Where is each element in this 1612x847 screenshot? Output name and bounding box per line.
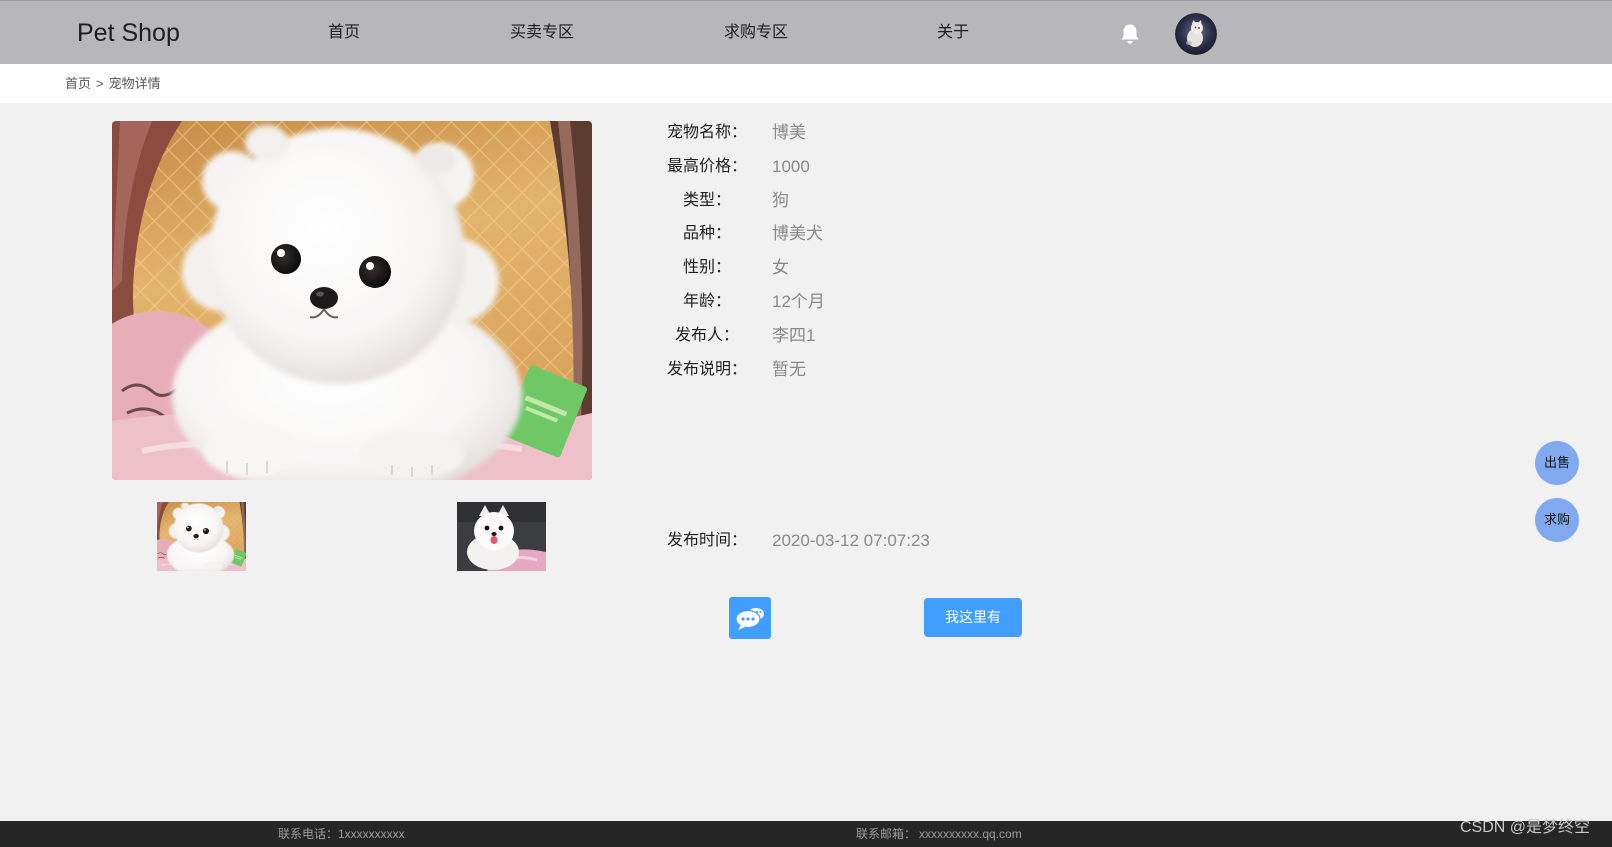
detail-value-gender: 女 xyxy=(772,258,789,277)
nav-item-wanted[interactable]: 求购专区 xyxy=(724,22,788,44)
footer-email-label: 联系邮箱： xyxy=(856,827,917,841)
detail-row-gender: 性别： 女 xyxy=(667,257,1087,279)
detail-row-description: 发布说明： 暂无 xyxy=(667,359,1087,381)
detail-label-breed: 品种： xyxy=(682,225,731,242)
detail-row-breed: 品种： 博美犬 xyxy=(667,223,1087,245)
detail-label-max-price: 最高价格： xyxy=(667,158,748,175)
nav-item-about[interactable]: 关于 xyxy=(937,22,969,44)
detail-row-pet-name: 宠物名称： 博美 xyxy=(667,122,1087,144)
top-nav-bar: Pet Shop 首页 买卖专区 求购专区 关于 xyxy=(0,0,1612,64)
nav-item-trade[interactable]: 买卖专区 xyxy=(510,22,574,44)
i-have-one-button[interactable]: 我这里有 xyxy=(924,598,1022,637)
breadcrumb-separator: > xyxy=(96,76,104,91)
detail-label-type: 类型： xyxy=(682,192,731,209)
detail-row-type: 类型： 狗 xyxy=(667,190,1087,212)
detail-label-description: 发布说明： xyxy=(667,361,748,378)
brand-logo[interactable]: Pet Shop xyxy=(77,16,180,50)
detail-row-publish-time: 发布时间： 2020-03-12 07:07:23 xyxy=(667,530,1087,552)
detail-value-publish-time: 2020-03-12 07:07:23 xyxy=(772,531,930,550)
detail-label-pet-name: 宠物名称： xyxy=(667,124,748,141)
detail-value-publisher: 李四1 xyxy=(772,326,816,345)
footer: 联系电话：1xxxxxxxxxx 联系邮箱： xxxxxxxxxx.qq.com… xyxy=(0,819,1612,847)
breadcrumb: 首页 > 宠物详情 xyxy=(65,75,161,92)
footer-email-value: xxxxxxxxxx.qq.com xyxy=(919,827,1022,841)
detail-row-max-price: 最高价格： 1000 xyxy=(667,156,1087,178)
pet-thumbnail-1[interactable] xyxy=(157,502,246,571)
chat-bubble-icon xyxy=(735,608,764,630)
pet-thumbnail-2[interactable] xyxy=(457,502,546,571)
pet-main-photo xyxy=(112,121,592,480)
float-buy-button[interactable]: 求购 xyxy=(1535,498,1579,542)
detail-row-publisher: 发布人： 李四1 xyxy=(667,325,1087,347)
detail-value-max-price: 1000 xyxy=(772,157,810,176)
chat-button[interactable] xyxy=(729,597,771,639)
breadcrumb-home[interactable]: 首页 xyxy=(65,76,91,91)
detail-value-type: 狗 xyxy=(772,191,789,210)
detail-value-description: 暂无 xyxy=(772,360,806,379)
detail-value-age: 12个月 xyxy=(772,292,825,311)
detail-value-breed: 博美犬 xyxy=(772,224,823,243)
detail-label-age: 年龄： xyxy=(682,293,731,310)
detail-label-gender: 性别： xyxy=(682,259,731,276)
avatar[interactable] xyxy=(1175,13,1217,55)
watermark: CSDN @是梦终空 xyxy=(1460,819,1591,836)
detail-value-pet-name: 博美 xyxy=(772,123,806,142)
detail-label-publish-time: 发布时间： xyxy=(667,532,748,549)
bell-icon[interactable] xyxy=(1118,22,1142,46)
float-sell-button[interactable]: 出售 xyxy=(1535,441,1579,485)
nav-item-home[interactable]: 首页 xyxy=(328,22,360,44)
breadcrumb-bar: 首页 > 宠物详情 xyxy=(0,64,1612,103)
detail-row-age: 年龄： 12个月 xyxy=(667,291,1087,313)
detail-label-publisher: 发布人： xyxy=(674,327,739,344)
footer-phone: 联系电话：1xxxxxxxxxx xyxy=(278,827,405,841)
breadcrumb-current: 宠物详情 xyxy=(108,76,161,91)
